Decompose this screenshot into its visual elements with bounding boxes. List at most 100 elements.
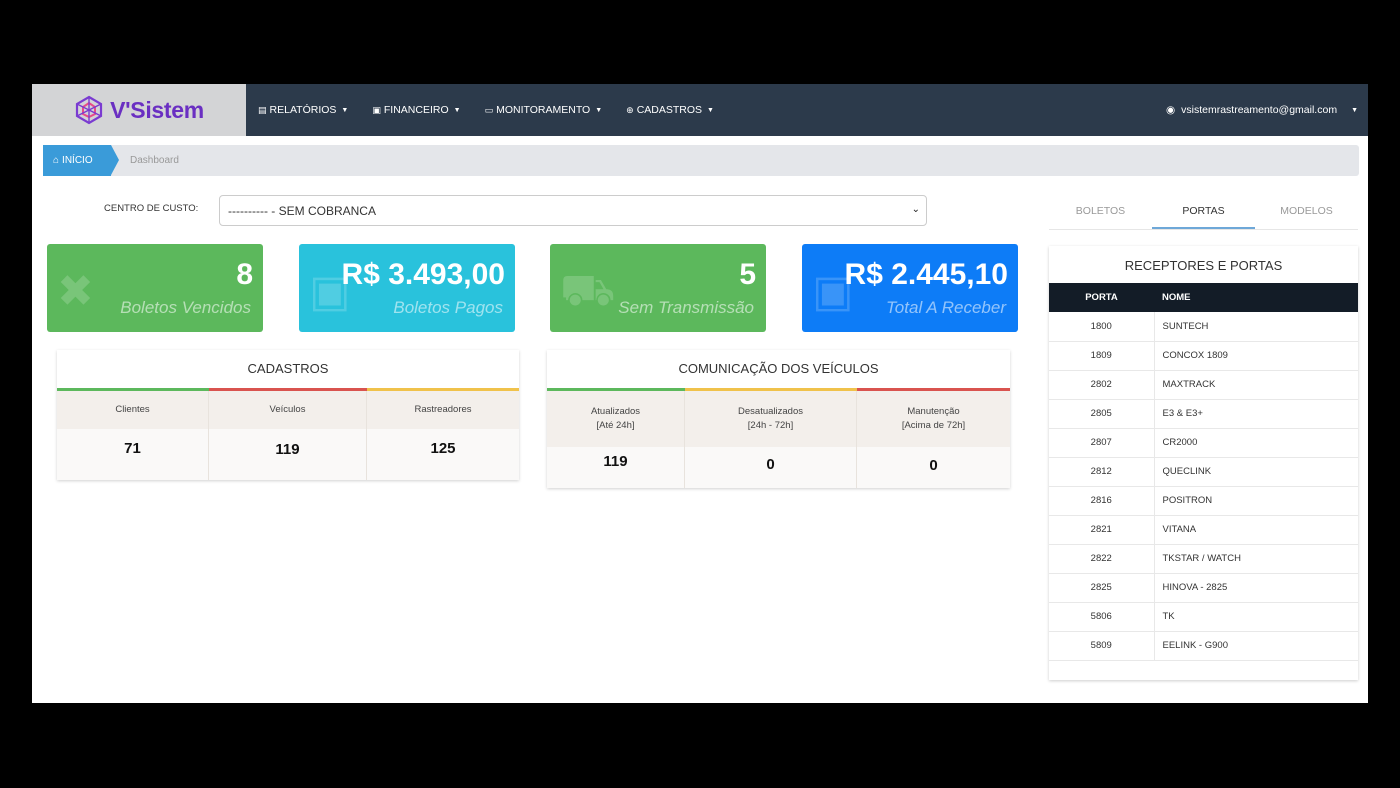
user-email: vsistemrastreamento@gmail.com	[1181, 104, 1338, 116]
port-number: 2825	[1049, 573, 1155, 603]
port-name: CR2000	[1154, 428, 1358, 458]
stat-value: 5	[739, 258, 756, 291]
col-label: Manutenção	[907, 406, 960, 417]
file-icon: ▤	[258, 104, 267, 115]
col-header-nome: NOME	[1154, 283, 1358, 312]
stat-label: Boletos Pagos	[393, 298, 503, 317]
logo-icon	[75, 95, 103, 125]
col-label: Veículos	[209, 391, 366, 429]
caret-down-icon: ▼	[453, 106, 461, 114]
table-row[interactable]: 2821 VITANA	[1049, 515, 1358, 545]
col-head: Atualizados [Até 24h]	[547, 391, 684, 447]
ports-title: RECEPTORES E PORTAS	[1124, 258, 1283, 273]
col-value: 0	[685, 447, 856, 488]
port-name: CONCOX 1809	[1154, 341, 1358, 371]
table-row[interactable]: 1800 SUNTECH	[1049, 312, 1358, 342]
stat-label: Total A Receber	[885, 298, 1006, 317]
col-value: 0	[857, 447, 1010, 488]
table-row[interactable]: 5806 TK	[1049, 602, 1358, 632]
centro-custo-select[interactable]: ---------- - SEM COBRANCA ⌄	[219, 195, 927, 226]
caret-down-icon: ▼	[595, 106, 603, 114]
comunicacao-desatualizados[interactable]: Desatualizados [24h - 72h] 0	[685, 391, 857, 488]
menu-monitoramento[interactable]: ▭ MONITORAMENTO ▼	[485, 104, 603, 116]
port-name: EELINK - G900	[1154, 631, 1358, 661]
caret-down-icon: ▼	[707, 106, 714, 114]
centro-custo-label: CENTRO DE CUSTO:	[104, 203, 199, 214]
stat-sem-transmissao[interactable]: ⛟ 5 Sem Transmissão	[550, 244, 766, 332]
stat-boletos-pagos[interactable]: ▣ R$ 3.493,00 Boletos Pagos	[299, 244, 515, 332]
brand-name: V'Sistem	[110, 96, 204, 123]
port-number: 1800	[1049, 312, 1155, 342]
breadcrumb-home[interactable]: ⌂ INÍCIO	[43, 145, 119, 176]
col-label: Rastreadores	[367, 391, 519, 429]
col-value: 71	[57, 429, 208, 480]
port-name: VITANA	[1154, 515, 1358, 545]
cadastros-card: CADASTROS Clientes 71 Veículos 119 Rastr…	[57, 350, 519, 480]
table-row[interactable]: 1809 CONCOX 1809	[1049, 341, 1358, 371]
user-menu[interactable]: ◉ vsistemrastreamento@gmail.com ▼	[1166, 84, 1358, 136]
table-row[interactable]: 2816 POSITRON	[1049, 486, 1358, 516]
col-sub: [Acima de 72h]	[901, 420, 966, 431]
top-navbar: V'Sistem ▤ RELATÓRIOS ▼ ▣ FINANCEIRO ▼ ▭…	[32, 84, 1368, 136]
tab-boletos[interactable]: BOLETOS	[1049, 196, 1152, 229]
cadastros-rastreadores[interactable]: Rastreadores 125	[367, 391, 519, 480]
port-number: 2802	[1049, 370, 1155, 400]
port-number: 2805	[1049, 399, 1155, 429]
port-number: 2822	[1049, 544, 1155, 574]
breadcrumb-home-label: INÍCIO	[62, 155, 93, 166]
menu-financeiro[interactable]: ▣ FINANCEIRO ▼	[372, 104, 460, 116]
col-value: 119	[209, 429, 366, 480]
stat-boletos-vencidos[interactable]: ✖ 8 Boletos Vencidos	[47, 244, 263, 332]
port-name: QUECLINK	[1154, 457, 1358, 487]
monitor-icon: ▭	[484, 104, 494, 115]
table-row[interactable]: 2812 QUECLINK	[1049, 457, 1358, 487]
main-menu: ▤ RELATÓRIOS ▼ ▣ FINANCEIRO ▼ ▭ MONITORA…	[258, 84, 738, 136]
home-icon: ⌂	[53, 155, 60, 166]
table-row[interactable]: 5809 EELINK - G900	[1049, 631, 1358, 661]
chevron-down-icon: ⌄	[911, 204, 920, 215]
menu-label: FINANCEIRO	[383, 104, 449, 116]
col-header-porta: PORTA	[1049, 283, 1154, 312]
breadcrumb: ⌂ INÍCIO Dashboard	[43, 145, 1359, 176]
ports-table: PORTA NOME 1800 SUNTECH 1809 CONCOX 1809 280…	[1049, 283, 1358, 661]
caret-down-icon: ▼	[341, 106, 349, 114]
cadastros-veiculos[interactable]: Veículos 119	[209, 391, 367, 480]
col-sub: [24h - 72h]	[747, 420, 794, 431]
port-name: TKSTAR / WATCH	[1154, 544, 1358, 574]
table-row[interactable]: 2805 E3 & E3+	[1049, 399, 1358, 429]
tab-portas[interactable]: PORTAS	[1152, 196, 1255, 229]
stat-total-receber[interactable]: ▣ R$ 2.445,10 Total A Receber	[802, 244, 1018, 332]
port-number: 1809	[1049, 341, 1155, 371]
close-icon: ✖	[57, 267, 94, 316]
brand-logo[interactable]: V'Sistem	[32, 84, 246, 136]
table-header: PORTA NOME	[1049, 283, 1358, 312]
col-sub: [Até 24h]	[596, 420, 635, 431]
comunicacao-atualizados[interactable]: Atualizados [Até 24h] 119	[547, 391, 685, 488]
money-icon: ▣	[372, 104, 381, 115]
comunicacao-card: COMUNICAÇÃO DOS VEÍCULOS Atualizados [At…	[547, 350, 1010, 488]
col-label: Atualizados	[590, 406, 641, 417]
table-row[interactable]: 2822 TKSTAR / WATCH	[1049, 544, 1358, 574]
comunicacao-manutencao[interactable]: Manutenção [Acima de 72h] 0	[857, 391, 1010, 488]
table-row[interactable]: 2825 HINOVA - 2825	[1049, 573, 1358, 603]
cadastros-clientes[interactable]: Clientes 71	[57, 391, 209, 480]
menu-cadastros[interactable]: ⊕ CADASTROS ▼	[626, 104, 714, 116]
tab-modelos[interactable]: MODELOS	[1255, 196, 1358, 229]
port-name: POSITRON	[1154, 486, 1358, 516]
right-tabs: BOLETOS PORTAS MODELOS	[1049, 196, 1358, 230]
card-title: COMUNICAÇÃO DOS VEÍCULOS	[678, 361, 879, 376]
app-window: V'Sistem ▤ RELATÓRIOS ▼ ▣ FINANCEIRO ▼ ▭…	[32, 84, 1368, 703]
col-label: Desatualizados	[738, 406, 803, 417]
port-name: MAXTRACK	[1154, 370, 1358, 400]
menu-relatorios[interactable]: ▤ RELATÓRIOS ▼	[258, 104, 348, 116]
table-row[interactable]: 2802 MAXTRACK	[1049, 370, 1358, 400]
port-name: E3 & E3+	[1154, 399, 1358, 429]
col-value: 119	[547, 447, 684, 488]
port-number: 2816	[1049, 486, 1155, 516]
port-number: 2821	[1049, 515, 1155, 545]
truck-icon: ⛟	[560, 266, 616, 315]
col-head: Manutenção [Acima de 72h]	[857, 391, 1010, 447]
port-number: 2812	[1049, 457, 1155, 487]
stat-label: Sem Transmissão	[618, 298, 754, 317]
table-row[interactable]: 2807 CR2000	[1049, 428, 1358, 458]
